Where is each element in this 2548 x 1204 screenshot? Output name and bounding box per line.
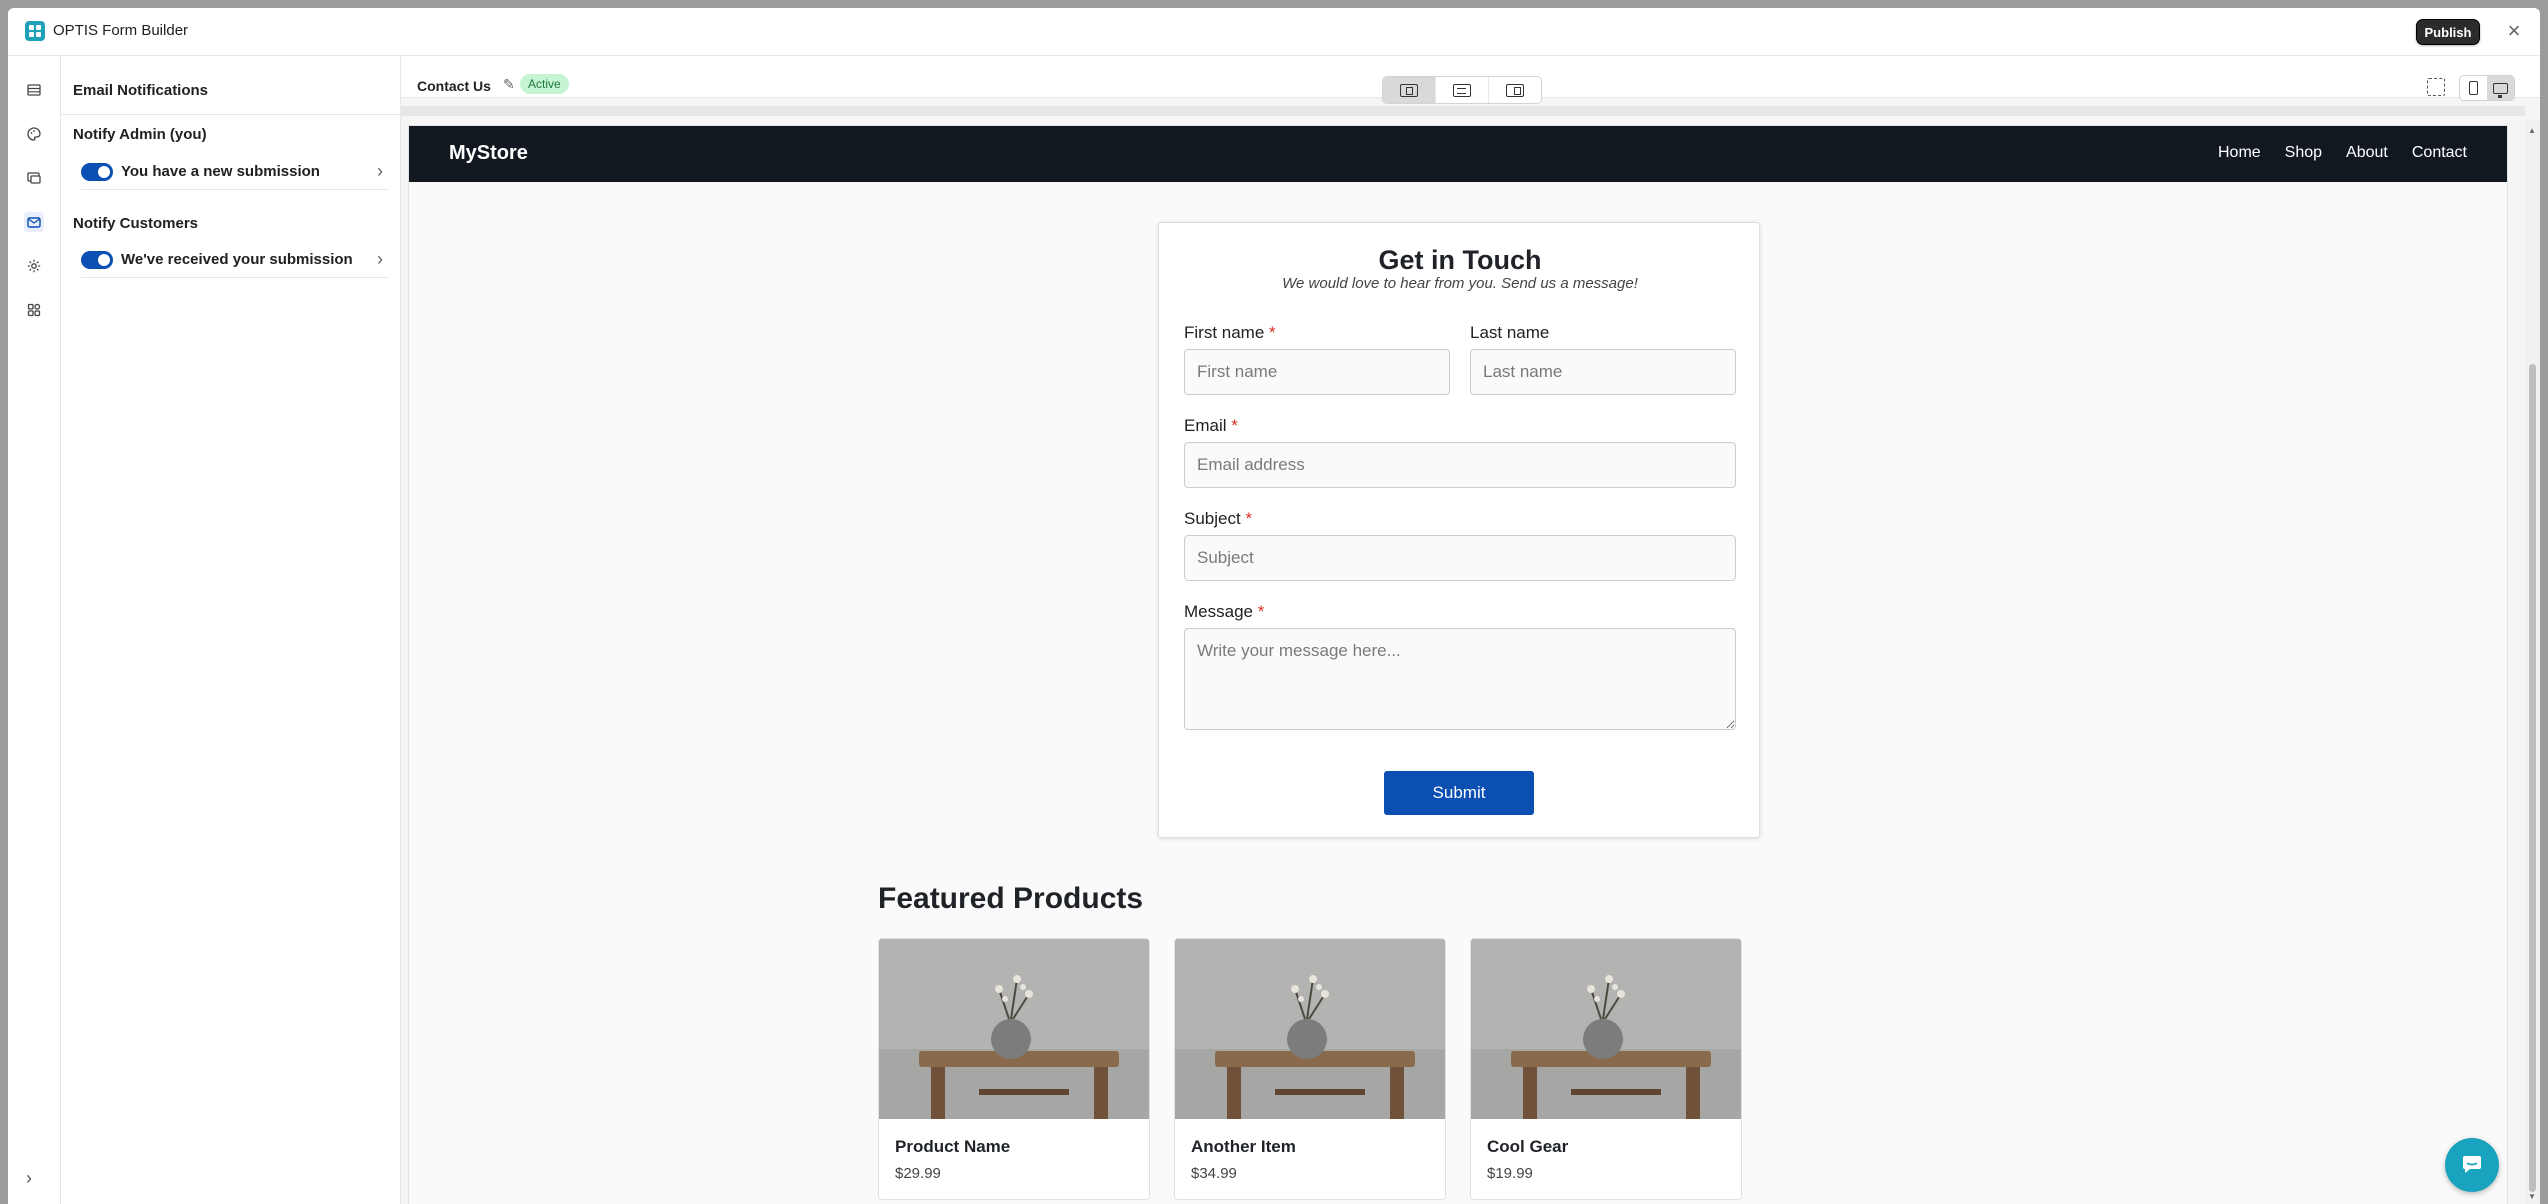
desktop-icon <box>2493 82 2508 98</box>
phone-icon <box>2469 81 2478 95</box>
first-name-label: First name * <box>1184 323 1276 343</box>
app-window: OPTIS Form Builder Publish × › Email Not… <box>8 8 2540 1204</box>
integrations-icon[interactable] <box>24 168 44 188</box>
required-asterisk: * <box>1245 509 1253 528</box>
customer-notification-toggle[interactable] <box>81 250 113 269</box>
email-notifications-panel: Email Notifications Notify Admin (you) Y… <box>61 56 401 1204</box>
group-title-customers: Notify Customers <box>73 215 199 232</box>
required-asterisk: * <box>1269 323 1276 342</box>
desktop-view-option[interactable] <box>2487 76 2514 100</box>
product-price: $19.99 <box>1487 1165 1533 1182</box>
notification-label: We've received your submission <box>121 251 353 268</box>
layout-centered-option[interactable] <box>1383 77 1436 103</box>
product-image <box>1175 939 1445 1119</box>
notification-label: You have a new submission <box>121 163 320 180</box>
required-asterisk: * <box>1231 416 1238 435</box>
nav-link-shop[interactable]: Shop <box>2285 144 2322 162</box>
scroll-up-icon[interactable]: ▲ <box>2528 126 2536 135</box>
app-title: OPTIS Form Builder <box>53 22 189 39</box>
product-card[interactable]: Product Name $29.99 <box>878 938 1150 1200</box>
notification-row-customer[interactable]: We've received your submission › <box>81 242 389 278</box>
site-preview: MyStore Home Shop About Contact Get in T… <box>409 126 2507 1204</box>
group-title-admin: Notify Admin (you) <box>73 126 207 143</box>
palette-icon[interactable] <box>24 124 44 144</box>
submit-button[interactable]: Submit <box>1384 771 1534 815</box>
nav-link-contact[interactable]: Contact <box>2412 144 2467 162</box>
layout-side-icon <box>1506 83 1524 97</box>
gear-icon[interactable] <box>24 256 44 276</box>
product-image <box>879 939 1149 1119</box>
canvas-header-strip <box>401 106 2525 116</box>
layout-side-option[interactable] <box>1489 77 1541 103</box>
form-title: Get in Touch <box>1378 245 1542 275</box>
apps-icon[interactable] <box>24 300 44 320</box>
last-name-label: Last name <box>1470 323 1550 342</box>
canvas-scrollbar[interactable]: ▲ ▼ <box>2525 120 2540 1204</box>
layout-switcher <box>1382 76 1542 104</box>
product-card[interactable]: Another Item $34.99 <box>1174 938 1446 1200</box>
admin-notification-toggle[interactable] <box>81 162 113 181</box>
layout-banner-icon <box>1453 83 1471 97</box>
first-name-label-text: First name <box>1184 323 1265 342</box>
icon-rail: › <box>8 56 61 1204</box>
message-label-text: Message <box>1184 602 1253 621</box>
message-label: Message * <box>1184 602 1264 622</box>
mail-icon[interactable] <box>24 212 44 232</box>
scroll-thumb[interactable] <box>2529 364 2536 1192</box>
email-label-text: Email <box>1184 416 1227 435</box>
product-price: $34.99 <box>1191 1165 1237 1182</box>
chat-support-button[interactable] <box>2445 1138 2499 1192</box>
select-element-icon[interactable] <box>2427 78 2445 96</box>
chevron-right-icon[interactable]: › <box>377 249 383 270</box>
edit-pencil-icon[interactable]: ✎ <box>503 76 515 93</box>
last-name-input[interactable] <box>1470 349 1736 395</box>
chat-icon <box>2463 1156 2481 1173</box>
layout-banner-option[interactable] <box>1436 77 1489 103</box>
title-bar: OPTIS Form Builder Publish × <box>8 8 2540 56</box>
publish-button[interactable]: Publish <box>2416 19 2480 45</box>
panel-divider <box>61 114 401 115</box>
editor-area: Contact Us ✎ Active MyStore Home Shop Ab… <box>401 56 2540 1204</box>
product-card[interactable]: Cool Gear $19.99 <box>1470 938 1742 1200</box>
contact-form-card[interactable]: Get in Touch We would love to hear from … <box>1158 222 1760 838</box>
product-price: $29.99 <box>895 1165 941 1182</box>
email-input[interactable] <box>1184 442 1736 488</box>
email-label: Email * <box>1184 416 1238 436</box>
required-asterisk: * <box>1257 602 1265 621</box>
chevron-right-icon[interactable]: › <box>377 161 383 182</box>
featured-products-title: Featured Products <box>878 882 1144 915</box>
expand-sidebar-icon[interactable]: › <box>26 1168 32 1189</box>
product-name: Another Item <box>1191 1137 1296 1156</box>
app-logo-icon <box>25 21 45 41</box>
message-textarea[interactable] <box>1184 628 1736 730</box>
site-navbar: MyStore Home Shop About Contact <box>409 126 2507 182</box>
form-subtitle: We would love to hear from you. Send us … <box>1282 275 1638 292</box>
product-image <box>1471 939 1741 1119</box>
subject-input[interactable] <box>1184 535 1736 581</box>
subject-label-text: Subject <box>1184 509 1241 528</box>
nav-link-home[interactable]: Home <box>2218 144 2261 162</box>
notification-row-admin[interactable]: You have a new submission › <box>81 154 389 190</box>
layout-centered-icon <box>1400 83 1418 97</box>
first-name-input[interactable] <box>1184 349 1450 395</box>
panel-title: Email Notifications <box>73 82 209 99</box>
form-name[interactable]: Contact Us <box>417 78 491 94</box>
site-brand[interactable]: MyStore <box>449 142 528 165</box>
nav-link-about[interactable]: About <box>2346 144 2388 162</box>
mobile-view-option[interactable] <box>2460 76 2487 100</box>
close-icon[interactable]: × <box>2502 20 2526 44</box>
device-switcher <box>2459 75 2515 101</box>
list-icon[interactable] <box>24 80 44 100</box>
product-name: Product Name <box>895 1137 1011 1156</box>
editor-toolbar: Contact Us ✎ Active <box>401 56 2540 104</box>
status-badge: Active <box>520 74 569 94</box>
product-name: Cool Gear <box>1487 1137 1569 1156</box>
subject-label: Subject * <box>1184 509 1252 529</box>
scroll-down-icon[interactable]: ▼ <box>2528 1192 2536 1201</box>
site-nav-links: Home Shop About Contact <box>2218 144 2467 162</box>
